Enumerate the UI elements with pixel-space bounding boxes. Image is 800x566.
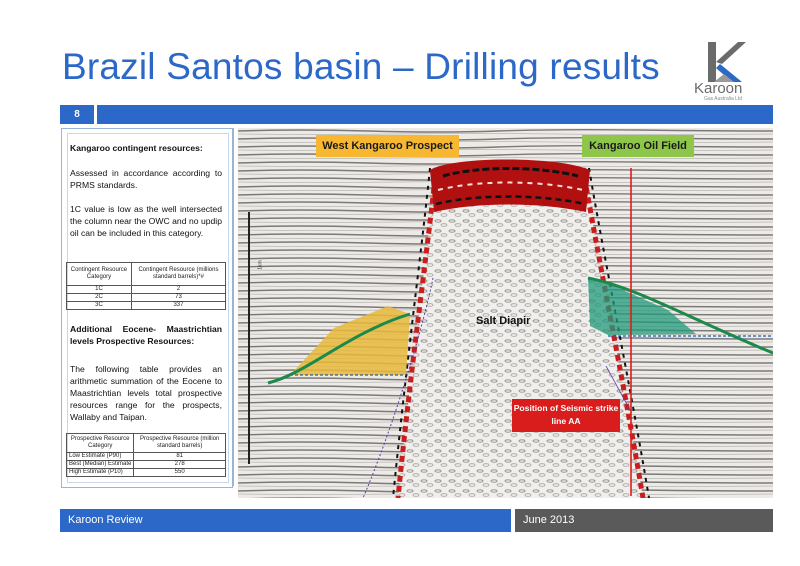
- table-cell: 3C: [66, 301, 132, 310]
- table-cell: 81: [133, 452, 226, 461]
- seismic-position-label: Position of Seismic strike line AA: [512, 399, 620, 432]
- contingent-text-2: 1C value is low as the well intersected …: [70, 204, 222, 238]
- table-cell: 550: [133, 468, 226, 477]
- seismic-section-image: [238, 128, 773, 498]
- page-title: Brazil Santos basin – Drilling results: [62, 46, 660, 87]
- footer-review: Karoon Review: [60, 509, 511, 532]
- west-kangaroo-label: West Kangaroo Prospect: [316, 135, 459, 157]
- table-cell: 2C: [66, 293, 132, 302]
- logo-subtitle: Gas Australia Ltd: [704, 96, 743, 102]
- contingent-text-1: Assessed in accordance according to PRMS…: [70, 168, 222, 190]
- table-header: Contingent Resource Category: [66, 262, 132, 286]
- scale-label: 1km: [257, 260, 264, 270]
- page-number: 8: [60, 105, 94, 124]
- prospective-table: Prospective Resource Category Prospectiv…: [65, 433, 226, 477]
- contingent-heading: Kangaroo contingent resources:: [70, 143, 203, 153]
- kangaroo-field-label: Kangaroo Oil Field: [582, 135, 694, 157]
- logo-name: Karoon: [694, 80, 743, 97]
- salt-diapir-label: Salt Diapir: [476, 315, 531, 327]
- footer-date: June 2013: [515, 509, 773, 532]
- prospective-text: The following table provides an arithmet…: [70, 364, 222, 422]
- table-cell: 2: [130, 285, 227, 294]
- contingent-table: Contingent Resource Category Contingent …: [66, 262, 227, 310]
- table-cell: 278: [133, 460, 226, 469]
- table-cell: Low Estimate (P90): [65, 452, 135, 461]
- header-bar: [97, 105, 773, 124]
- table-header: Prospective Resource Category: [65, 433, 135, 453]
- table-cell: 337: [130, 301, 227, 310]
- prospective-heading: Additional Eocene- Maastrichtian levels …: [70, 324, 222, 346]
- table-cell: Best (Median) Estimate: [65, 460, 135, 469]
- table-cell: High Estimate (P10): [65, 468, 135, 477]
- table-cell: 73: [130, 293, 227, 302]
- table-header: Contingent Resource (millions standard b…: [130, 262, 227, 286]
- table-header: Prospective Resource (million standard b…: [133, 433, 226, 453]
- table-cell: 1C: [66, 285, 132, 294]
